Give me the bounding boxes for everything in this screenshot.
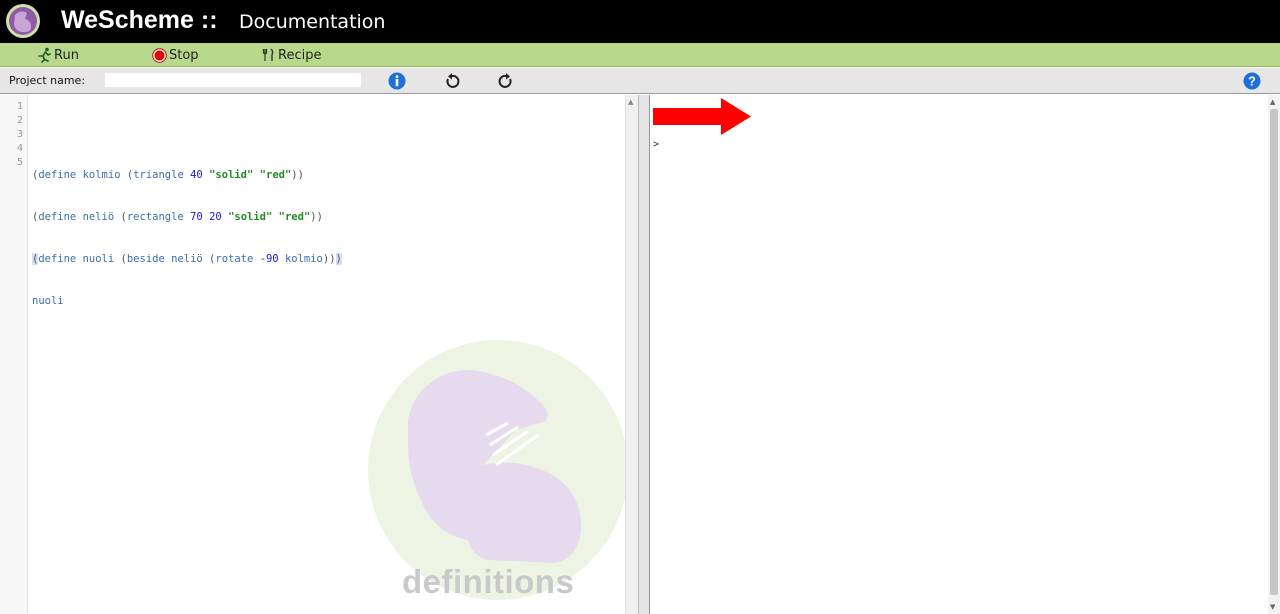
fork-knife-icon [262, 48, 274, 61]
wescheme-logo-icon[interactable] [5, 3, 41, 39]
help-icon[interactable]: ? [1243, 72, 1261, 90]
recipe-label: Recipe [278, 47, 322, 63]
code-line-3: (define neliö (rectangle 70 20 "solid" "… [32, 211, 323, 223]
editor-scrollbar[interactable]: ▲ [625, 95, 638, 614]
output-arrow-image [653, 98, 751, 135]
project-name-input[interactable] [105, 73, 361, 87]
line-number: 3 [16, 129, 23, 140]
run-label: Run [54, 47, 79, 63]
redo-icon[interactable] [497, 72, 515, 90]
project-name-label: Project name: [9, 74, 86, 87]
repl-prompt[interactable]: > [653, 139, 659, 150]
line-number: 1 [16, 101, 23, 112]
line-number: 5 [16, 157, 23, 168]
line-number: 4 [16, 143, 23, 154]
code-line-4: (define nuoli (beside neliö (rotate -90 … [32, 253, 342, 265]
page-subtitle: Documentation [239, 11, 386, 33]
pane-divider[interactable] [638, 95, 650, 614]
scrollbar-thumb[interactable] [1270, 109, 1278, 595]
runner-icon [38, 47, 51, 63]
line-number-gutter: 1 2 3 4 5 [0, 95, 28, 614]
stop-label: Stop [169, 47, 199, 63]
code-line-5: nuoli [32, 295, 64, 307]
interactions-pane[interactable] [650, 95, 1268, 614]
svg-text:?: ? [1248, 74, 1256, 89]
scroll-up-arrow-icon[interactable]: ▲ [1270, 98, 1275, 106]
run-button[interactable]: Run [36, 45, 79, 65]
app-title: WeScheme :: [61, 6, 218, 34]
project-bar: Project name: ? [0, 68, 1280, 94]
line-number: 2 [16, 115, 23, 126]
stop-button[interactable]: Stop [152, 45, 199, 65]
stop-icon [152, 47, 167, 63]
app-header: WeScheme :: Documentation [0, 0, 1280, 43]
definitions-editor[interactable]: 1 2 3 4 5 (define kolmio (triangle 40 "s… [0, 95, 625, 614]
undo-icon[interactable] [443, 72, 461, 90]
scroll-down-arrow-icon[interactable]: ▼ [1270, 603, 1275, 611]
main-toolbar: Run Stop Recipe [0, 43, 1280, 67]
code-line-2: (define kolmio (triangle 40 "solid" "red… [32, 169, 304, 181]
scroll-up-arrow-icon[interactable]: ▲ [628, 98, 633, 106]
info-icon[interactable] [388, 72, 406, 90]
interactions-scrollbar[interactable]: ▲ ▼ [1268, 95, 1280, 614]
watermark-text: definitions [402, 563, 575, 600]
code-area[interactable]: (define kolmio (triangle 40 "solid" "red… [32, 98, 342, 336]
recipe-button[interactable]: Recipe [262, 45, 321, 65]
